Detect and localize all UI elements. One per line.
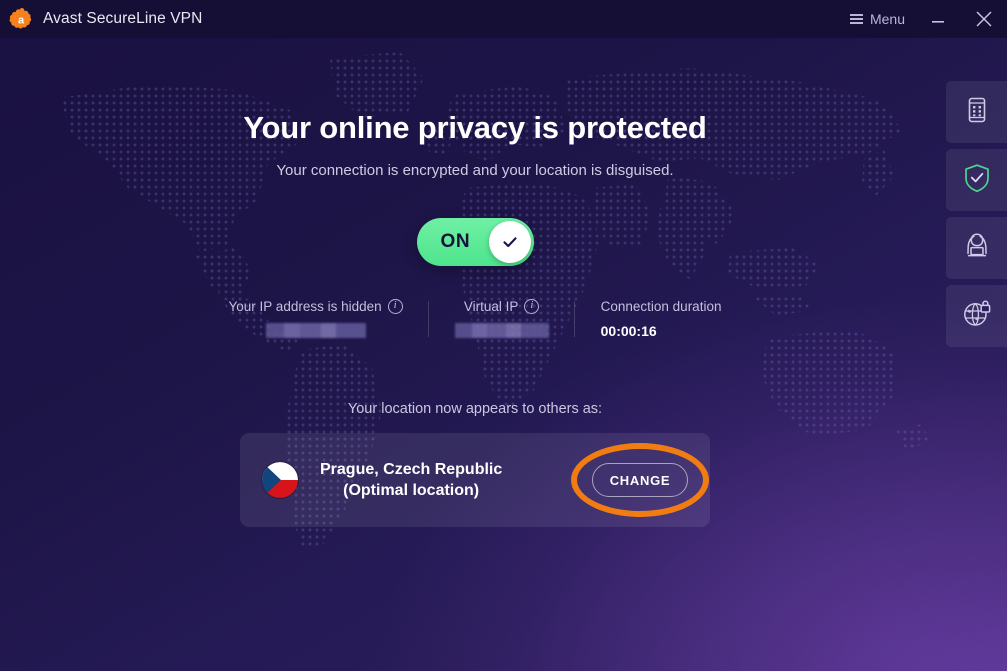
vpn-toggle-container: ON xyxy=(0,218,950,266)
menu-button[interactable]: Menu xyxy=(840,0,915,38)
close-button[interactable] xyxy=(961,0,1007,38)
ip-address-value-redacted xyxy=(265,323,366,338)
device-tablet-icon xyxy=(965,96,989,129)
connection-info-row: Your IP address is hidden i Virtual IP i… xyxy=(0,299,950,339)
title-bar: a Avast SecureLine VPN Menu xyxy=(0,0,1007,38)
vpn-toggle-knob xyxy=(488,221,531,263)
svg-text:a: a xyxy=(18,14,25,26)
window-controls: Menu xyxy=(840,0,1007,38)
shield-check-icon xyxy=(963,163,991,198)
vpn-toggle-label: ON xyxy=(440,231,471,252)
info-icon-virtual-ip[interactable]: i xyxy=(524,299,540,314)
sidebar-item-threat-protection[interactable] xyxy=(946,217,1007,279)
change-location-button[interactable]: CHANGE xyxy=(592,463,688,497)
connection-duration-value: 00:00:16 xyxy=(600,323,657,339)
sidebar-item-devices[interactable] xyxy=(946,81,1007,143)
menu-label: Menu xyxy=(869,11,905,27)
info-icon-ip[interactable]: i xyxy=(387,299,403,314)
location-name-block: Prague, Czech Republic (Optimal location… xyxy=(320,459,502,502)
czech-republic-flag-icon xyxy=(262,462,298,498)
hamburger-icon xyxy=(849,14,863,24)
minimize-button[interactable] xyxy=(915,0,961,38)
connection-duration-info: Connection duration 00:00:16 xyxy=(575,299,748,339)
connection-duration-label: Connection duration xyxy=(600,299,722,314)
change-location-zone: CHANGE xyxy=(571,443,709,517)
virtual-ip-label: Virtual IP xyxy=(463,299,519,314)
location-card: Prague, Czech Republic (Optimal location… xyxy=(240,433,710,527)
hacker-laptop-icon xyxy=(962,231,992,266)
right-sidebar xyxy=(946,81,1007,347)
app-title: Avast SecureLine VPN xyxy=(43,10,203,27)
location-caption: Your location now appears to others as: xyxy=(347,401,603,417)
page-title: Your online privacy is protected xyxy=(243,110,707,145)
location-sub: (Optimal location) xyxy=(343,482,480,499)
globe-lock-icon xyxy=(962,299,992,334)
connection-duration-label-wrap: Connection duration xyxy=(601,299,722,314)
main-content: Your online privacy is protected Your co… xyxy=(0,38,950,527)
avast-logo-icon: a xyxy=(9,7,33,31)
virtual-ip-label-wrap: Virtual IP i xyxy=(455,299,549,314)
location-name: Prague, Czech Republic xyxy=(320,460,503,478)
page-subtitle: Your connection is encrypted and your lo… xyxy=(276,162,674,179)
ip-address-info: Your IP address is hidden i xyxy=(203,299,429,338)
ip-address-label: Your IP address is hidden xyxy=(228,299,382,314)
virtual-ip-value-redacted xyxy=(454,323,549,338)
sidebar-item-secure-browsing[interactable] xyxy=(946,285,1007,347)
virtual-ip-info: Virtual IP i xyxy=(429,299,575,338)
check-icon xyxy=(502,237,517,248)
ip-address-label-wrap: Your IP address is hidden i xyxy=(229,299,403,314)
vpn-toggle[interactable]: ON xyxy=(416,218,534,266)
vpn-window: a Avast SecureLine VPN Menu Your online … xyxy=(0,0,1007,671)
sidebar-item-protection-status[interactable] xyxy=(946,149,1007,211)
